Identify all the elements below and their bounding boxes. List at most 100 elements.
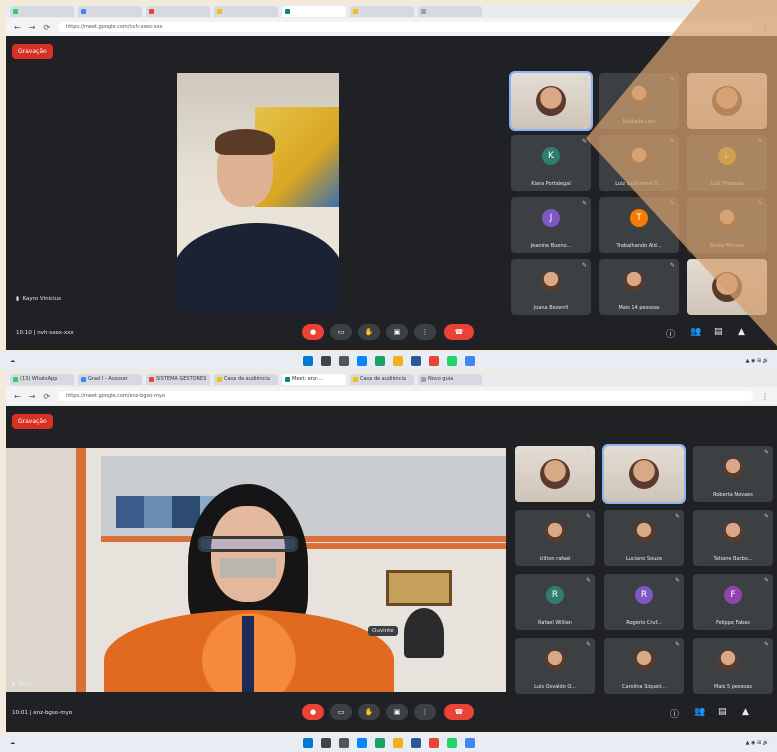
participant-tile[interactable]: ✎ Luis Osvaldo O... (515, 638, 595, 694)
whatsapp-icon[interactable] (446, 356, 457, 366)
end-call-icon[interactable]: ☎ (444, 324, 474, 340)
end-call-icon[interactable]: ☎ (444, 704, 474, 720)
activities-icon[interactable]: ▲ (742, 707, 749, 717)
browser-tab[interactable]: (13) WhatsApp (10, 373, 74, 385)
chrome-icon[interactable] (374, 738, 385, 748)
overlay-label: Ouvinte (368, 626, 398, 636)
bottom-meet-window: Gravação Ouvinte ▮ Raiza ✎ ✎ ✎ Roberta Nova… (6, 406, 777, 732)
meeting-time-code: 10:10 | nvh-sxex-xxx (16, 330, 74, 336)
browser-tab-active[interactable] (282, 5, 346, 17)
reload-icon[interactable]: ⟳ (43, 23, 50, 32)
mic-off-icon: ✎ (585, 449, 591, 456)
participant-tile[interactable]: ✎ Tatiane Barbo... (693, 510, 773, 566)
browser-tab[interactable]: Casa da audiência (214, 373, 278, 385)
raise-hand-icon[interactable]: ✋ (358, 324, 380, 340)
search-icon[interactable] (320, 738, 331, 748)
participant-tile[interactable]: ✎ (509, 71, 593, 131)
chrome-icon[interactable] (374, 356, 385, 366)
participant-tile[interactable]: R ✎ Rafael Willian (515, 574, 595, 630)
browser-tab[interactable] (146, 5, 210, 17)
participant-tile[interactable]: K ✎ Kiara Portalegal (511, 135, 591, 191)
picture-frame (386, 570, 452, 606)
browser-tab[interactable] (78, 5, 142, 17)
participant-tile[interactable]: J ✎ Jeanine Bueno... (511, 197, 591, 253)
info-icon[interactable]: ⓘ (670, 707, 679, 720)
present-icon[interactable]: ▣ (386, 704, 408, 720)
browser-tab[interactable] (10, 5, 74, 17)
group-avatar (718, 650, 739, 671)
mic-off-icon: ✎ (581, 200, 587, 207)
participant-tile[interactable]: ✎ clilton rafael (515, 510, 595, 566)
start-icon[interactable] (302, 356, 313, 366)
app-icon[interactable] (428, 356, 439, 366)
task-view-icon[interactable] (338, 738, 349, 748)
task-view-icon[interactable] (338, 356, 349, 366)
reload-icon[interactable]: ⟳ (43, 392, 50, 401)
participant-avatar: R (546, 586, 564, 605)
participant-tile[interactable]: F ✎ Felippe Fabas (693, 574, 773, 630)
back-icon[interactable]: ← (14, 23, 21, 32)
presenter-name: Kayro Vinicius (22, 296, 62, 302)
more-icon[interactable]: ⋮ (414, 704, 436, 720)
edge-icon[interactable] (356, 356, 367, 366)
browser-tab[interactable] (350, 5, 414, 17)
raise-hand-icon[interactable]: ✋ (358, 704, 380, 720)
camera-icon[interactable]: ▭ (330, 324, 352, 340)
mic-off-icon[interactable]: ● (302, 324, 324, 340)
participant-tile[interactable]: ✎ Joana Bezerril (511, 259, 591, 315)
mic-off-icon: ✎ (585, 641, 591, 648)
browser-tab[interactable]: Grad I - Acessar (78, 373, 142, 385)
face-blur (220, 558, 276, 578)
info-icon[interactable]: ⓘ (666, 327, 675, 340)
more-icon[interactable]: ⋮ (414, 324, 436, 340)
participant-tile[interactable]: ✎ Mais 14 pessoas (599, 259, 679, 315)
browser-tab[interactable]: Casa de audiência (350, 373, 414, 385)
app-icon[interactable] (428, 738, 439, 748)
extensions-icon[interactable]: ⋮ (761, 392, 769, 401)
url-field[interactable]: https://meet.google.com/nvh-sxex-xxx (58, 22, 753, 32)
camera-icon[interactable]: ▭ (330, 704, 352, 720)
presenter-name-label: ▮ Raiza (12, 681, 33, 687)
app-icon[interactable] (464, 738, 475, 748)
whatsapp-icon[interactable] (446, 738, 457, 748)
presenter-video: Ouvinte (6, 448, 506, 692)
browser-tab[interactable]: SISTEMA GESTORES (146, 373, 210, 385)
search-icon[interactable] (320, 356, 331, 366)
chat-icon[interactable]: ▤ (718, 707, 727, 717)
participant-tile[interactable]: ✎ (602, 444, 686, 504)
word-icon[interactable] (410, 738, 421, 748)
browser-tab-active[interactable]: Meet: enz-... (282, 373, 346, 385)
forward-icon[interactable]: → (29, 392, 36, 401)
back-icon[interactable]: ← (14, 392, 21, 401)
people-icon[interactable]: 👥 (694, 707, 705, 717)
forward-icon[interactable]: → (29, 23, 36, 32)
participant-tile[interactable]: ✎ Luciano Souza (604, 510, 684, 566)
explorer-icon[interactable] (392, 738, 403, 748)
browser-tab[interactable] (418, 5, 482, 17)
participant-video (536, 86, 566, 116)
participant-avatar: R (635, 586, 653, 605)
participant-tile[interactable]: ✎ (515, 446, 595, 502)
tab-label: Grad I - Acessar (88, 376, 128, 382)
url-field[interactable]: https://meet.google.com/enz-bgso-myo (58, 391, 753, 401)
app-icon[interactable] (464, 356, 475, 366)
participant-tile[interactable]: ✎ Roberta Novaes (693, 446, 773, 502)
present-icon[interactable]: ▣ (386, 324, 408, 340)
explorer-icon[interactable] (392, 356, 403, 366)
participant-tile[interactable]: R ✎ Rogério Cruf... (604, 574, 684, 630)
word-icon[interactable] (410, 356, 421, 366)
mic-off-icon: ✎ (763, 577, 769, 584)
browser-tab[interactable] (214, 5, 278, 17)
start-icon[interactable] (302, 738, 313, 748)
participant-tile[interactable]: ✎ Mais 5 pessoas (693, 638, 773, 694)
chat-icon[interactable]: ▤ (714, 327, 723, 337)
edge-icon[interactable] (356, 738, 367, 748)
activities-icon[interactable]: ▲ (738, 327, 745, 337)
participant-tile[interactable]: ✎ Carolina Siqueir... (604, 638, 684, 694)
participant-video (629, 459, 659, 489)
people-icon[interactable]: 👥 (690, 327, 701, 337)
mic-off-icon[interactable]: ● (302, 704, 324, 720)
tab-label: Casa de audiência (360, 376, 406, 382)
lanyard (242, 616, 254, 692)
browser-tab[interactable]: Novo guia (418, 373, 482, 385)
